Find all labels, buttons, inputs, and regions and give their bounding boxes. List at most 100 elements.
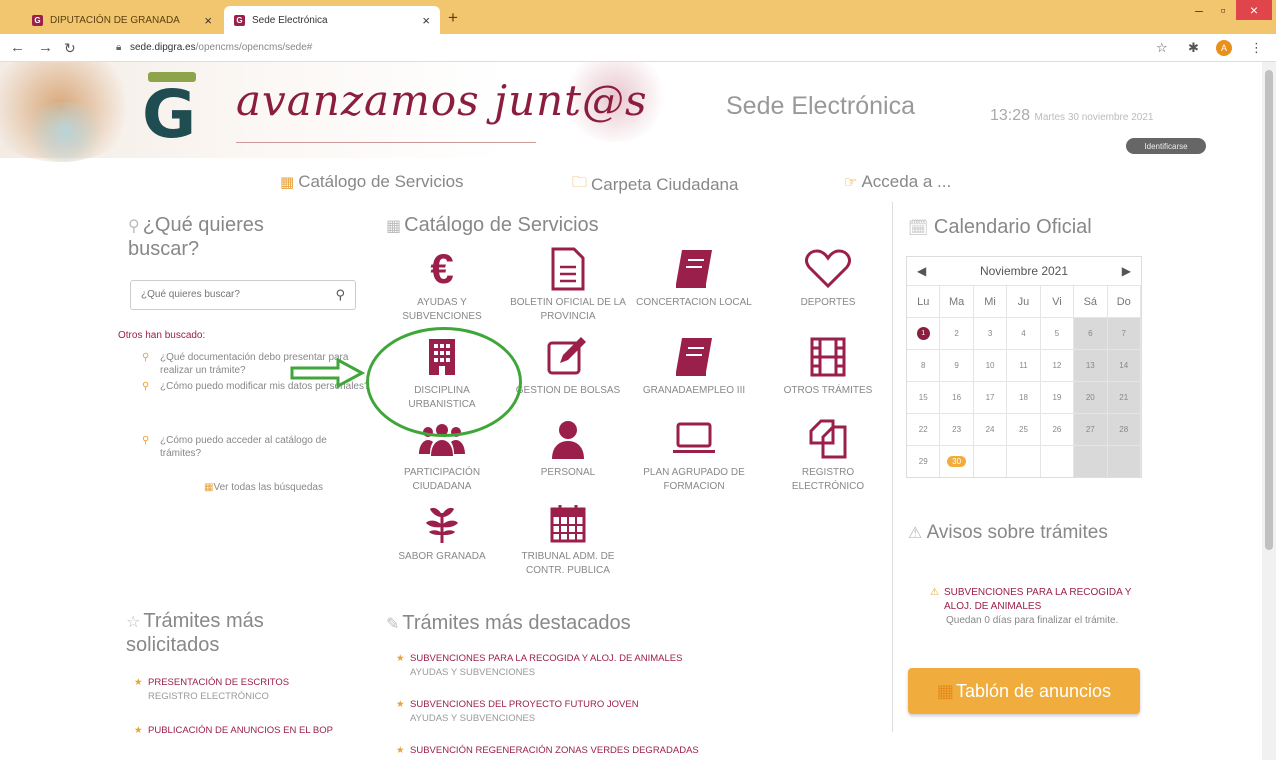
star-icon: ☆	[126, 614, 141, 631]
service-concertacion[interactable]: CONCERTACION LOCAL	[634, 244, 754, 310]
nav-catalog-link[interactable]: ▦ Catálogo de Servicios	[280, 172, 464, 192]
calendar-day[interactable]: 14	[1107, 350, 1141, 381]
list-item[interactable]: ⚲ ¿Cómo puedo acceder al catálogo de trám…	[142, 434, 370, 460]
page-content: G avanzamos junt@s Sede Electrónica 13:2…	[0, 62, 1262, 760]
calendar-day[interactable]: 22	[907, 414, 941, 445]
service-sabor-granada[interactable]: SABOR GRANADA	[382, 498, 502, 564]
calendar-day[interactable]: 2	[940, 318, 974, 349]
service-gestion-bolsas[interactable]: GESTION DE BOLSAS	[508, 332, 628, 398]
close-tab-icon[interactable]: ×	[204, 13, 212, 28]
calendar-day[interactable]: 21	[1107, 382, 1141, 413]
calendar-day[interactable]: 4	[1007, 318, 1041, 349]
service-boletin[interactable]: BOLETIN OFICIAL DE LA PROVINCIA	[508, 244, 628, 324]
list-item[interactable]: ★ SUBVENCIONES PARA LA RECOGIDA Y ALOJ. D…	[396, 652, 830, 680]
calendar-day[interactable]: 6	[1074, 318, 1108, 349]
back-icon[interactable]: ←	[10, 39, 25, 56]
calendar-day[interactable]: 28	[1107, 414, 1141, 445]
item-title: SUBVENCIÓN REGENERACIÓN ZONAS VERDES DEG…	[410, 745, 699, 756]
see-all-searches-link[interactable]: ▦Ver todas las búsquedas	[204, 482, 323, 493]
list-item[interactable]: ★ SUBVENCIÓN REGENERACIÓN ZONAS VERDES DE…	[396, 744, 830, 758]
list-item[interactable]: ★ PRESENTACIÓN DE ESCRITOS REGISTRO ELECTR…	[134, 676, 348, 704]
grid-icon: ▦	[386, 218, 402, 235]
minimize-icon[interactable]: –	[1188, 0, 1210, 20]
nav-access-link[interactable]: ☞ Acceda a ...	[844, 172, 951, 192]
calendar-day[interactable]: 12	[1041, 350, 1075, 381]
maximize-icon[interactable]: ▫	[1212, 0, 1234, 20]
service-otros-tramites[interactable]: OTROS TRÁMITES	[768, 332, 888, 398]
nav-folder-link[interactable]: 🗀︎ Carpeta Ciudadana	[572, 172, 738, 197]
calendar-day[interactable]: 9	[940, 350, 974, 381]
catalog-heading-label: Catálogo de Servicios	[404, 214, 599, 236]
item-title: SUBVENCIONES DEL PROYECTO FUTURO JOVEN	[410, 699, 639, 710]
tab-sede[interactable]: G Sede Electrónica ×	[224, 6, 440, 34]
calendar-day[interactable]: 7	[1107, 318, 1141, 349]
calendar-day[interactable]: 20	[1074, 382, 1108, 413]
menu-icon[interactable]: ⋮	[1250, 40, 1263, 56]
tab-diputacion[interactable]: G DIPUTACIÓN DE GRANADA ×	[22, 6, 222, 34]
calendar-day[interactable]: 17	[974, 382, 1008, 413]
url-field[interactable]: sede.dipgra.es/opencms/opencms/sede#	[130, 42, 312, 53]
service-granadaempleo[interactable]: GRANADAEMPLEO III	[634, 332, 754, 398]
calendar-day[interactable]: 26	[1041, 414, 1075, 445]
forward-icon[interactable]: →	[38, 39, 53, 56]
calendar-day[interactable]: 3	[974, 318, 1008, 349]
calendar-day-holiday[interactable]: 1	[907, 318, 941, 349]
heart-icon	[768, 244, 888, 294]
scrollbar-thumb[interactable]	[1265, 70, 1273, 550]
close-window-icon[interactable]: ×	[1236, 0, 1272, 20]
calendar-day[interactable]: 8	[907, 350, 941, 381]
reload-icon[interactable]: ↻	[64, 40, 76, 57]
folder-icon: 🗀︎	[572, 174, 588, 191]
close-tab-icon[interactable]: ×	[422, 13, 430, 28]
calendar-day[interactable]: 19	[1041, 382, 1075, 413]
calendar-day[interactable]: 18	[1007, 382, 1041, 413]
weekday-label: Do	[1108, 286, 1141, 317]
calendar-day[interactable]: 15	[907, 382, 941, 413]
calendar-day-empty	[1107, 446, 1141, 477]
service-ayudas[interactable]: € AYUDAS Y SUBVENCIONES	[382, 244, 502, 324]
service-personal[interactable]: PERSONAL	[508, 414, 628, 480]
granada-logo[interactable]: G	[142, 72, 206, 150]
service-label: PARTICIPACIÓN CIUDADANA	[403, 467, 481, 492]
calendar-day[interactable]: 29	[907, 446, 941, 477]
calendar-day[interactable]: 10	[974, 350, 1008, 381]
service-deportes[interactable]: DEPORTES	[768, 244, 888, 310]
search-input[interactable]	[141, 289, 321, 300]
grid-icon: ▦	[936, 680, 954, 701]
calendar-day[interactable]: 11	[1007, 350, 1041, 381]
nav-label: Acceda a ...	[861, 172, 952, 191]
weekday-label: Ma	[940, 286, 974, 317]
login-button[interactable]: Identificarse	[1126, 138, 1206, 154]
star-icon[interactable]: ☆	[1156, 40, 1168, 56]
service-registro[interactable]: REGISTRO ELECTRÓNICO	[768, 414, 888, 494]
profile-avatar[interactable]: A	[1216, 40, 1232, 56]
new-tab-icon[interactable]: +	[448, 8, 458, 28]
calendar-day[interactable]: 16	[940, 382, 974, 413]
scrollbar[interactable]	[1262, 62, 1276, 760]
service-plan-formacion[interactable]: PLAN AGRUPADO DE FORMACION	[634, 414, 754, 494]
notice-board-button[interactable]: ▦ Tablón de anuncios	[908, 668, 1140, 714]
calendar-day[interactable]: 25	[1007, 414, 1041, 445]
calendar-icon	[508, 498, 628, 548]
item-subtitle: REGISTRO ELECTRÓNICO	[148, 691, 269, 702]
calendar-day[interactable]: 23	[940, 414, 974, 445]
next-month-icon[interactable]: ▶	[1122, 264, 1131, 278]
extensions-icon[interactable]: ✱	[1188, 40, 1199, 56]
calendar-day-today[interactable]: 30	[940, 446, 974, 477]
date: Martes 30 noviembre 2021	[1034, 112, 1154, 123]
notice-item[interactable]: ⚠ SUBVENCIONES PARA LA RECOGIDA Y ALOJ. …	[930, 586, 1134, 628]
calendar-day[interactable]: 13	[1074, 350, 1108, 381]
list-item[interactable]: ★ PUBLICACIÓN DE ANUNCIOS EN EL BOP	[134, 724, 358, 738]
service-tribunal[interactable]: TRIBUNAL ADM. DE CONTR. PUBLICA	[508, 498, 628, 578]
featured-heading-label: Trámites más destacados	[402, 612, 631, 634]
url-path: /opencms/opencms/sede#	[195, 42, 313, 53]
search-icon[interactable]: ⚲	[335, 287, 345, 303]
lock-icon[interactable]: 🔒︎	[116, 42, 121, 53]
calendar-day[interactable]: 24	[974, 414, 1008, 445]
weekday-label: Lu	[907, 286, 941, 317]
star-icon: ★	[134, 677, 143, 688]
calendar-day[interactable]: 27	[1074, 414, 1108, 445]
prev-month-icon[interactable]: ◀	[917, 264, 926, 278]
list-item[interactable]: ★ SUBVENCIONES DEL PROYECTO FUTURO JOVEN A…	[396, 698, 830, 726]
calendar-day[interactable]: 5	[1041, 318, 1075, 349]
